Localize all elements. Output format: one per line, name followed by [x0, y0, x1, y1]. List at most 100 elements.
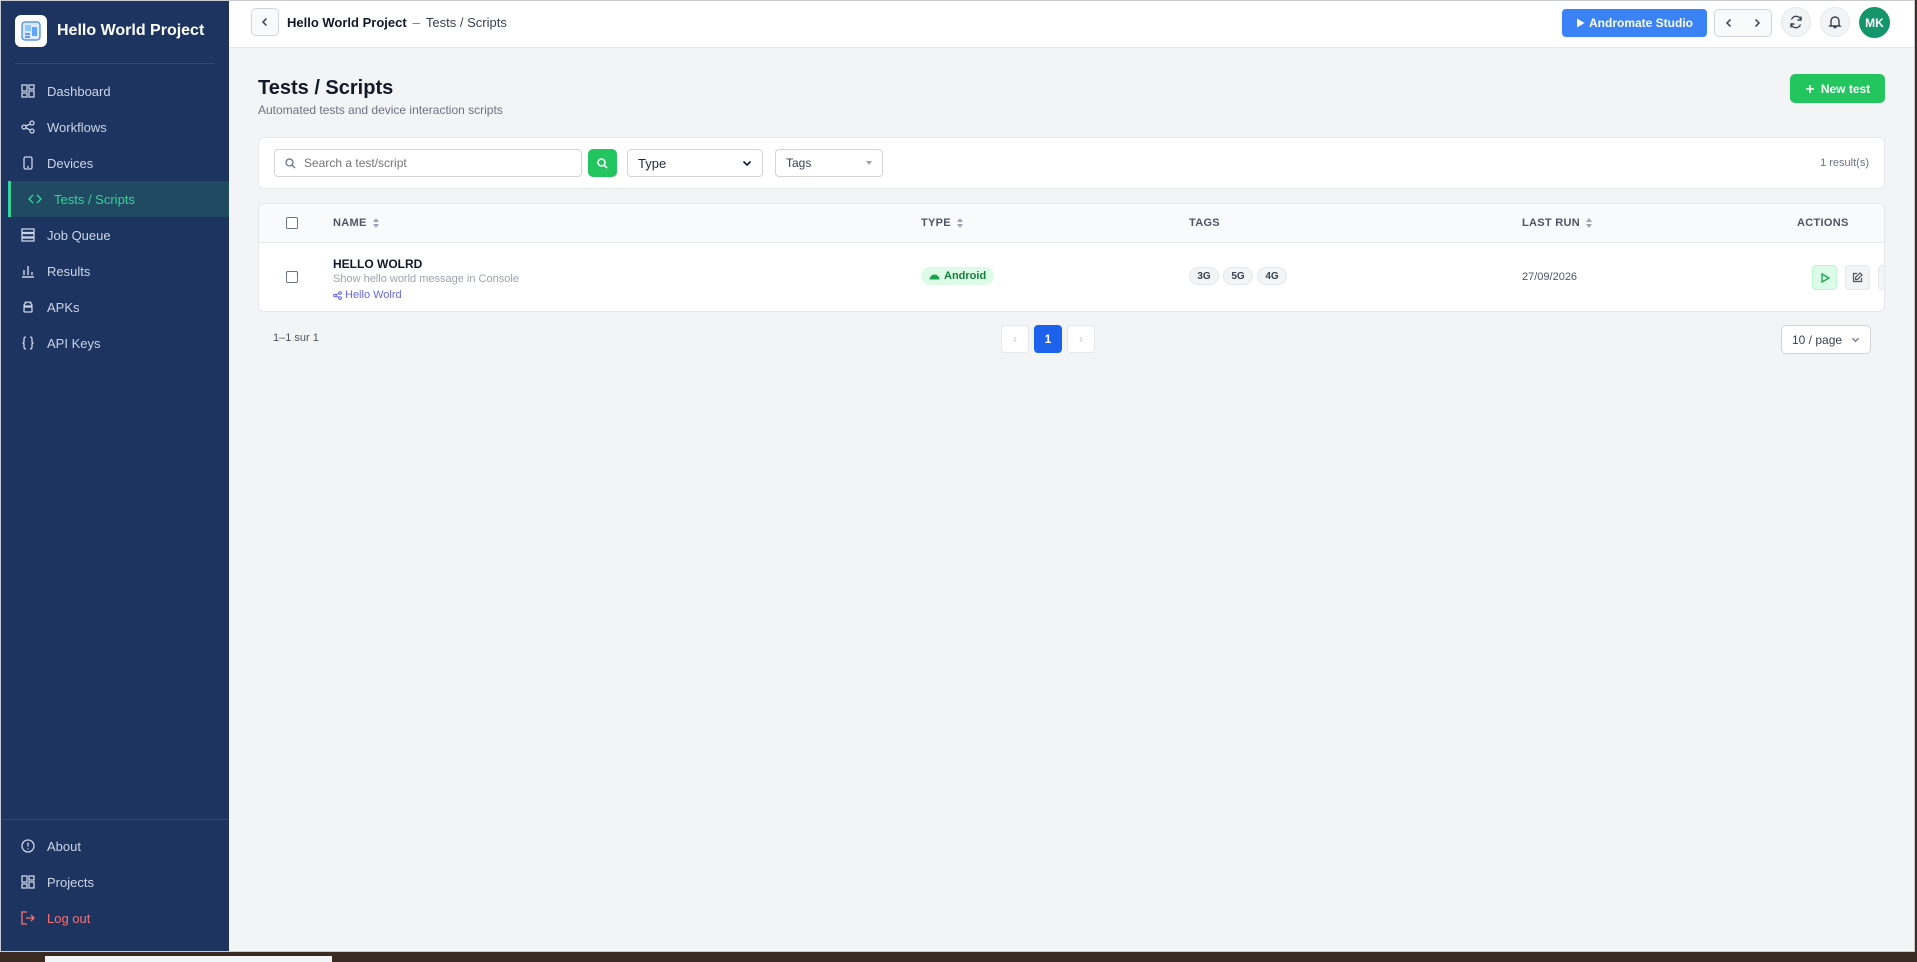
- column-header-name[interactable]: NAME: [333, 217, 379, 229]
- logout-icon: [21, 911, 35, 925]
- sidebar-item-about[interactable]: About: [1, 828, 229, 864]
- sidebar-item-label: About: [47, 838, 81, 854]
- sort-icon: [1586, 218, 1593, 228]
- column-header-type[interactable]: TYPE: [921, 217, 963, 229]
- history-forward-button[interactable]: [1743, 10, 1771, 36]
- column-label: TYPE: [921, 217, 951, 229]
- sidebar-item-dashboard[interactable]: Dashboard: [1, 73, 229, 109]
- sidebar-nav: Dashboard Workflows Devices Tests / Scri…: [1, 73, 229, 361]
- new-test-label: New test: [1820, 81, 1871, 96]
- search-button[interactable]: [588, 149, 617, 177]
- chevron-down-icon: [742, 160, 752, 167]
- sidebar-item-label: Workflows: [47, 119, 107, 135]
- brand-name: Hello World Project: [57, 22, 205, 39]
- table-row[interactable]: HELLO WOLRD Show hello world message in …: [259, 242, 1884, 311]
- type-select[interactable]: Type: [627, 149, 763, 177]
- pagination-summary: 1–1 sur 1: [273, 332, 319, 344]
- tag-badge: 5G: [1223, 267, 1253, 285]
- curly-braces-icon: [21, 336, 35, 350]
- row-checkbox[interactable]: [286, 271, 298, 283]
- sidebar-item-results[interactable]: Results: [1, 253, 229, 289]
- sort-icon: [372, 218, 379, 228]
- avatar[interactable]: MK: [1859, 7, 1890, 38]
- plus-icon: [1805, 84, 1814, 93]
- andromate-studio-button[interactable]: Andromate Studio: [1562, 9, 1707, 37]
- sidebar-item-label: Dashboard: [47, 83, 111, 99]
- grid-icon: [21, 875, 35, 889]
- sort-icon: [956, 218, 963, 228]
- sidebar-item-workflows[interactable]: Workflows: [1, 109, 229, 145]
- run-test-button[interactable]: [1812, 265, 1837, 290]
- refresh-button[interactable]: [1781, 7, 1811, 37]
- dashboard-icon: [21, 84, 35, 98]
- column-label: ACTIONS: [1797, 217, 1849, 229]
- tag-badge: 3G: [1189, 267, 1219, 285]
- page-button-current[interactable]: 1: [1034, 325, 1062, 353]
- bell-icon: [1828, 16, 1842, 29]
- chevron-down-icon: [1851, 337, 1860, 343]
- breadcrumb-separator: –: [412, 15, 420, 30]
- back-button[interactable]: [251, 8, 279, 36]
- select-all-checkbox[interactable]: [286, 217, 298, 229]
- page-size-select[interactable]: 10 / page: [1781, 325, 1871, 354]
- workflow-name: Hello Wolrd: [345, 289, 402, 301]
- chevron-left-icon: [261, 17, 268, 27]
- divider: [15, 63, 215, 64]
- project-logo-icon: [15, 15, 47, 47]
- new-test-button[interactable]: New test: [1790, 74, 1885, 103]
- bar-chart-icon: [21, 264, 35, 278]
- sidebar-item-logout[interactable]: Log out: [1, 900, 229, 936]
- divider: [1, 819, 229, 820]
- column-label: LAST RUN: [1522, 217, 1581, 229]
- tags-select[interactable]: Tags: [775, 149, 883, 177]
- sidebar-item-tests-scripts[interactable]: Tests / Scripts: [8, 181, 229, 217]
- search-input[interactable]: [302, 155, 556, 171]
- sidebar-item-projects[interactable]: Projects: [1, 864, 229, 900]
- search-field[interactable]: [274, 149, 582, 177]
- column-header-actions: ACTIONS: [1797, 217, 1849, 229]
- sidebar-item-label: Results: [47, 263, 91, 279]
- sidebar-item-label: Tests / Scripts: [54, 191, 135, 207]
- breadcrumb: Hello World Project – Tests / Scripts: [287, 15, 507, 30]
- result-count: 1 result(s): [1820, 157, 1869, 169]
- breadcrumb-current: Tests / Scripts: [425, 15, 507, 30]
- share-nodes-icon: [21, 120, 35, 134]
- history-back-button[interactable]: [1715, 10, 1743, 36]
- edit-icon: [1852, 272, 1863, 283]
- info-circle-icon: [21, 839, 35, 853]
- tags-select-value: Tags: [786, 156, 812, 170]
- history-nav: [1714, 9, 1772, 37]
- taskbar-strip: [45, 956, 332, 962]
- column-header-last-run[interactable]: LAST RUN: [1522, 217, 1593, 229]
- column-header-tags: TAGS: [1189, 217, 1220, 229]
- page-subtitle: Automated tests and device interaction s…: [258, 103, 503, 117]
- search-icon: [285, 157, 296, 169]
- sidebar-item-api-keys[interactable]: API Keys: [1, 325, 229, 361]
- brand[interactable]: Hello World Project: [15, 15, 204, 47]
- code-brackets-icon: [28, 192, 42, 206]
- play-icon: [1820, 272, 1830, 283]
- sidebar-item-label: Devices: [47, 155, 94, 171]
- next-page-button[interactable]: ›: [1067, 325, 1095, 353]
- mobile-device-icon: [21, 156, 35, 170]
- type-badge: Android: [921, 267, 995, 285]
- sidebar-item-label: Projects: [47, 874, 94, 890]
- sidebar-item-devices[interactable]: Devices: [1, 145, 229, 181]
- share-nodes-icon: [333, 290, 342, 300]
- column-label: TAGS: [1189, 217, 1220, 229]
- topbar: Hello World Project – Tests / Scripts Andr…: [229, 1, 1914, 48]
- studio-button-label: Andromate Studio: [1589, 16, 1693, 30]
- type-select-value: Type: [638, 155, 667, 171]
- sidebar-item-label: APKs: [47, 299, 80, 315]
- test-name[interactable]: HELLO WOLRD: [333, 257, 422, 271]
- prev-page-button[interactable]: ‹: [1001, 325, 1029, 353]
- sidebar-item-job-queue[interactable]: Job Queue: [1, 217, 229, 253]
- notifications-button[interactable]: [1820, 7, 1850, 37]
- search-icon: [597, 157, 608, 169]
- breadcrumb-project[interactable]: Hello World Project: [287, 15, 407, 30]
- page-title: Tests / Scripts: [258, 77, 394, 99]
- delete-test-button[interactable]: [1878, 265, 1884, 290]
- sidebar-item-apks[interactable]: APKs: [1, 289, 229, 325]
- edit-test-button[interactable]: [1845, 265, 1870, 290]
- workflow-link[interactable]: Hello Wolrd: [333, 289, 402, 301]
